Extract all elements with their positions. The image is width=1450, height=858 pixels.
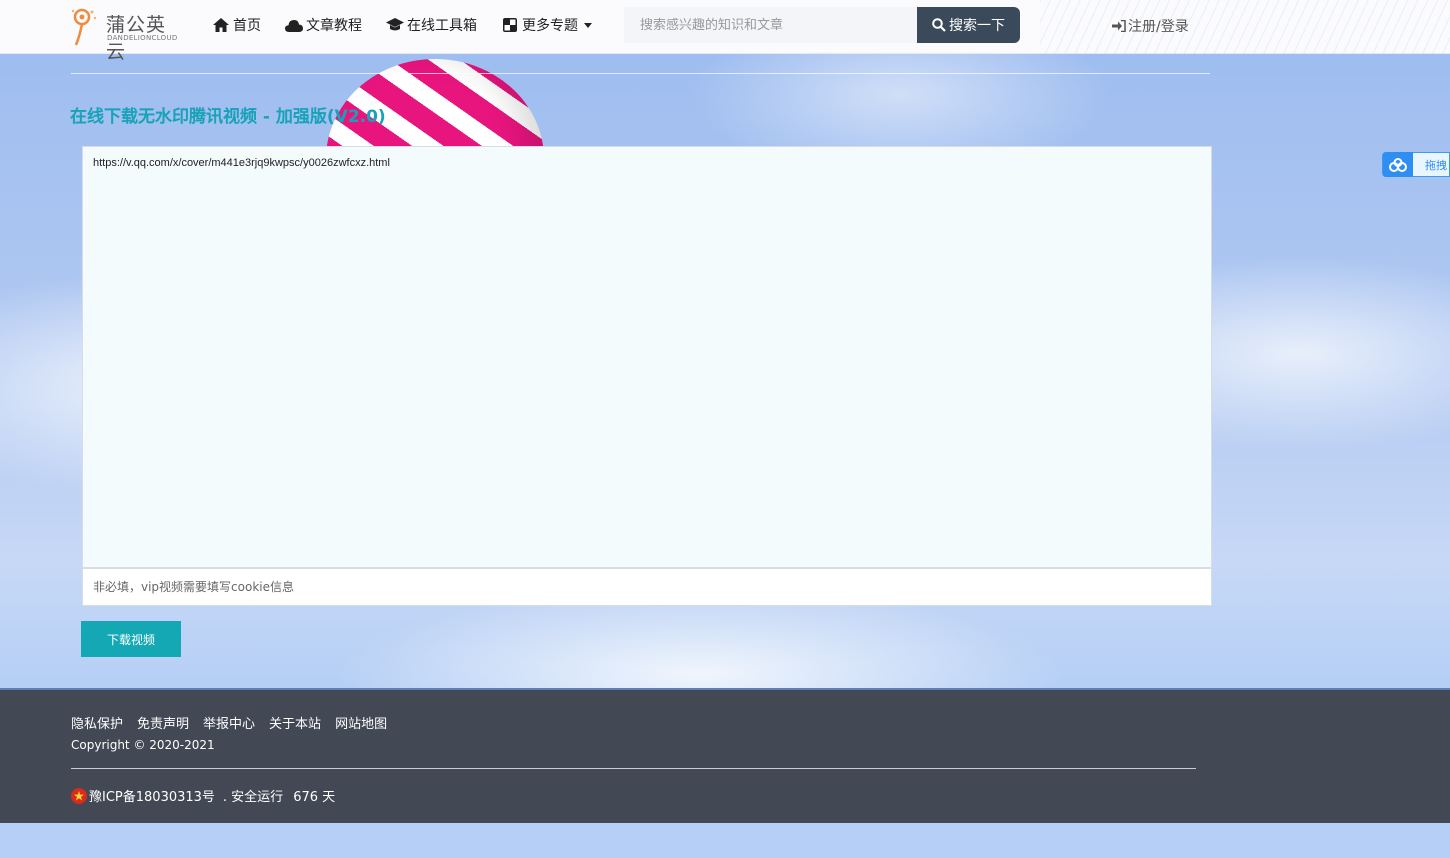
site-logo[interactable]: 蒲公英云 DANDELIONCLOUD	[70, 5, 180, 63]
footer-links: 隐私保护 免责声明 举报中心 关于本站 网站地图	[71, 713, 401, 732]
footer-link-about[interactable]: 关于本站	[269, 713, 321, 732]
footer-link-sitemap[interactable]: 网站地图	[335, 713, 387, 732]
graduation-cap-icon	[386, 17, 404, 33]
logo-subtext: DANDELIONCLOUD	[107, 34, 178, 42]
cloud-icon	[285, 17, 303, 33]
grid-icon	[501, 17, 519, 33]
runtime-days: 676 天	[293, 790, 336, 805]
content-divider	[71, 73, 1210, 74]
search-icon	[932, 18, 946, 32]
page-title: 在线下载无水印腾讯视频 - 加强版(V2.0)	[70, 107, 386, 127]
nav-more-topics[interactable]: 更多专题	[501, 14, 592, 36]
footer-divider	[71, 768, 1196, 769]
login-label: 注册/登录	[1128, 19, 1189, 35]
nav-articles-label: 文章教程	[306, 18, 362, 34]
site-header: 蒲公英云 DANDELIONCLOUD 首页 文章教程 在线工具箱 更多专题 搜…	[0, 0, 1450, 63]
icp-info: 豫ICP备18030313号 . 安全运行 676 天	[71, 786, 335, 805]
footer-link-disclaimer[interactable]: 免责声明	[137, 713, 189, 732]
runtime-label: . 安全运行	[222, 790, 284, 805]
footer-link-report[interactable]: 举报中心	[203, 713, 255, 732]
sign-in-icon	[1112, 20, 1126, 32]
main-nav: 首页 文章教程 在线工具箱 更多专题	[212, 14, 616, 36]
nav-more-topics-label: 更多专题	[522, 18, 578, 34]
nav-toolbox[interactable]: 在线工具箱	[386, 14, 477, 36]
home-icon	[212, 17, 230, 33]
chevron-down-icon	[584, 22, 592, 28]
search-button-label: 搜索一下	[949, 18, 1005, 34]
nav-home[interactable]: 首页	[212, 14, 261, 36]
search-button[interactable]: 搜索一下	[917, 7, 1020, 43]
login-link[interactable]: 注册/登录	[1112, 16, 1189, 36]
search-input[interactable]	[624, 7, 918, 43]
footer-link-privacy[interactable]: 隐私保护	[71, 713, 123, 732]
header-decoration	[1040, 0, 1450, 54]
bottom-band	[0, 823, 1450, 858]
icp-number[interactable]: 豫ICP备18030313号	[89, 786, 215, 805]
side-drag-widget[interactable]: 拖拽	[1382, 152, 1450, 177]
nav-articles[interactable]: 文章教程	[285, 14, 362, 36]
copyright-text: Copyright © 2020-2021	[71, 738, 215, 752]
side-widget-label: 拖拽	[1425, 158, 1447, 172]
cookie-input[interactable]	[82, 568, 1212, 606]
download-video-button[interactable]: 下载视频	[81, 621, 181, 657]
baidu-icon	[1383, 152, 1413, 177]
site-footer: 隐私保护 免责声明 举报中心 关于本站 网站地图 Copyright © 202…	[0, 688, 1450, 823]
dandelion-logo-icon	[71, 8, 97, 46]
police-emblem-icon	[71, 787, 87, 804]
video-url-textarea[interactable]: https://v.qq.com/x/cover/m441e3rjq9kwpsc…	[82, 146, 1212, 568]
nav-home-label: 首页	[233, 18, 261, 34]
nav-toolbox-label: 在线工具箱	[407, 18, 477, 34]
